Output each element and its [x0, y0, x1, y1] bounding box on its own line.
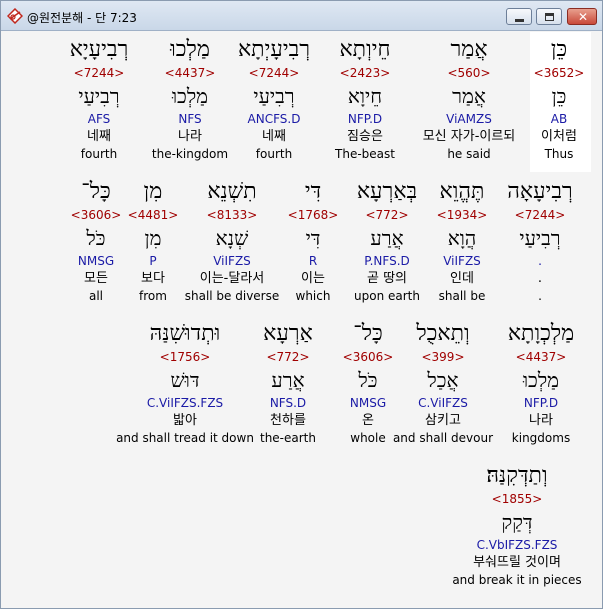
korean-gloss: 밟아 — [173, 413, 197, 428]
english-gloss: and shall tread it down — [116, 431, 254, 445]
korean-gloss: 부숴뜨릴 것이며 — [473, 555, 561, 570]
korean-gloss: 네째 — [87, 129, 111, 144]
korean-gloss: 모든 — [84, 271, 108, 286]
parsing-code: C.VbIFZS.FZS — [476, 538, 558, 552]
english-gloss: fourth — [80, 147, 118, 161]
parsing-code: C.ViIFZS.FZS — [146, 396, 224, 410]
close-button[interactable]: ✕ — [567, 8, 597, 25]
strong-number: <1756> — [159, 350, 211, 364]
hebrew-word: וּתְדוּשִׁנַּהּ — [149, 321, 221, 346]
hebrew-word: וְתַדְּקִנַּהּ׃ — [486, 463, 548, 488]
lemma-word: כֹּל — [86, 226, 106, 250]
close-icon: ✕ — [578, 10, 589, 24]
lemma-word: רְבִיעַי — [78, 84, 120, 108]
app-window: @원전분해 - 단 7:23 ✕ כֵּן <3652> כֵּן AB 이처럼 Thus… — [0, 0, 603, 609]
english-gloss: and break it in pieces — [452, 573, 582, 587]
parsing-code: NMSG — [77, 254, 115, 268]
minimize-icon — [515, 19, 524, 22]
interlinear-panel: כֵּן <3652> כֵּן AB 이처럼 Thus אֲמַר <560> אֲמַר Vi… — [2, 32, 601, 607]
parsing-code: AFS — [87, 112, 111, 126]
english-gloss: all — [88, 289, 104, 303]
hebrew-word: כָּל־ — [81, 179, 111, 204]
maximize-icon — [545, 13, 554, 21]
maximize-button[interactable] — [536, 8, 562, 25]
strong-number: <3606> — [70, 208, 122, 222]
title-bar[interactable]: @원전분해 - 단 7:23 ✕ — [1, 1, 602, 31]
strong-number: <7244> — [73, 66, 125, 80]
strong-number: <1855> — [491, 492, 543, 506]
lemma-word: דּוּשׁ — [170, 368, 200, 392]
window-title: @원전분해 - 단 7:23 — [27, 11, 137, 25]
minimize-button[interactable] — [506, 8, 532, 25]
lemma-word: דְּקַק — [501, 510, 533, 534]
app-logo-icon — [7, 8, 23, 24]
hebrew-word: רְבִיעָיָא — [69, 37, 129, 62]
